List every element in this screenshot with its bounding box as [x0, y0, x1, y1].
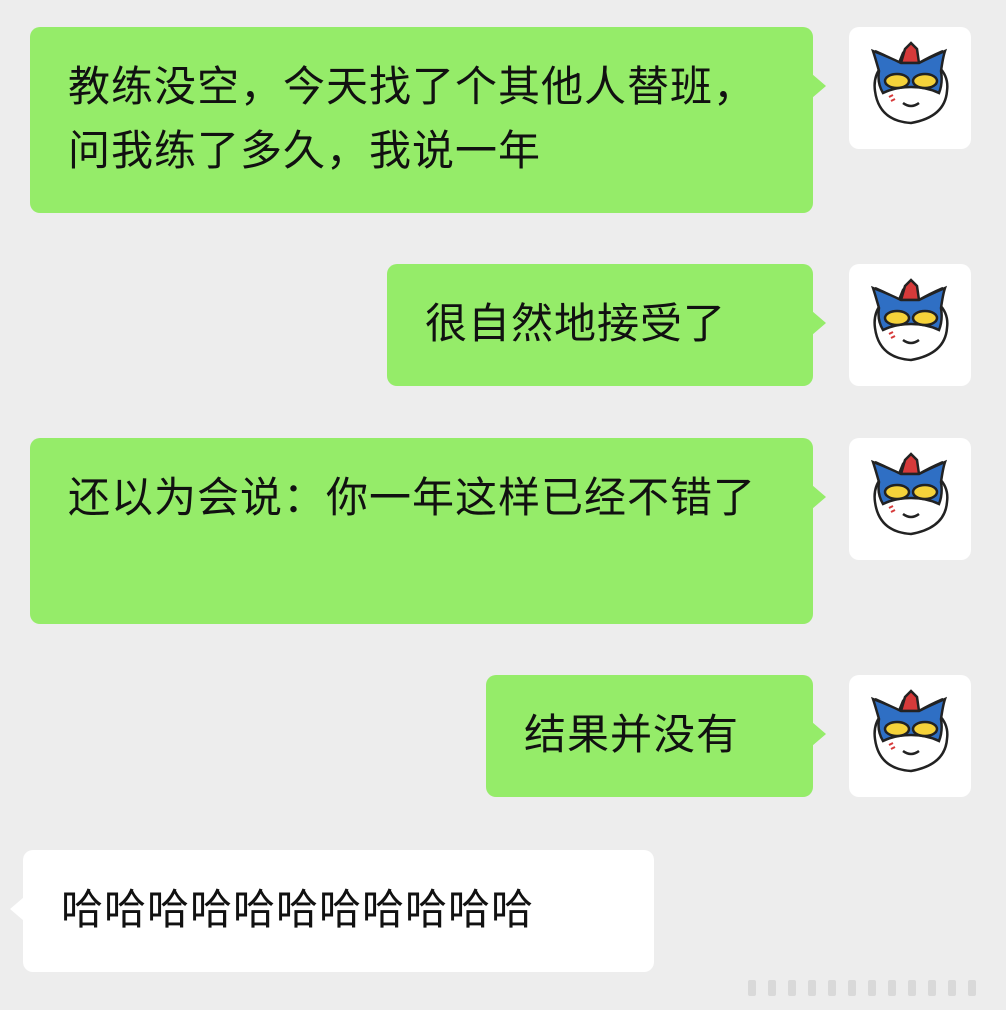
chat-area: 教练没空，今天找了个其他人替班，问我练了多久，我说一年 很自然地接受了 还以为会…	[0, 0, 1006, 1010]
received-message-bubble[interactable]: 哈哈哈哈哈哈哈哈哈哈哈	[23, 850, 654, 972]
watermark	[748, 976, 998, 1000]
sent-message-bubble[interactable]: 很自然地接受了	[387, 264, 813, 386]
sent-message-bubble[interactable]: 结果并没有	[486, 675, 813, 797]
user-avatar[interactable]	[849, 675, 971, 797]
masked-hero-avatar-icon	[870, 278, 949, 362]
bubble-tail	[812, 485, 826, 509]
masked-hero-avatar-icon	[870, 452, 949, 536]
bubble-tail	[10, 897, 24, 921]
sent-message-bubble[interactable]: 还以为会说：你一年这样已经不错了	[30, 438, 813, 624]
bubble-tail	[812, 74, 826, 98]
user-avatar[interactable]	[849, 264, 971, 386]
message-text: 很自然地接受了	[425, 299, 727, 348]
bubble-tail	[812, 722, 826, 746]
masked-hero-avatar-icon	[870, 689, 949, 773]
sent-message-bubble[interactable]: 教练没空，今天找了个其他人替班，问我练了多久，我说一年	[30, 27, 813, 213]
masked-hero-avatar-icon	[870, 41, 949, 125]
message-text: 还以为会说：你一年这样已经不错了	[68, 473, 757, 522]
message-text: 教练没空，今天找了个其他人替班，问我练了多久，我说一年	[68, 62, 757, 175]
message-text: 结果并没有	[524, 710, 740, 759]
message-text: 哈哈哈哈哈哈哈哈哈哈哈	[61, 885, 535, 934]
user-avatar[interactable]	[849, 27, 971, 149]
bubble-tail	[812, 311, 826, 335]
user-avatar[interactable]	[849, 438, 971, 560]
